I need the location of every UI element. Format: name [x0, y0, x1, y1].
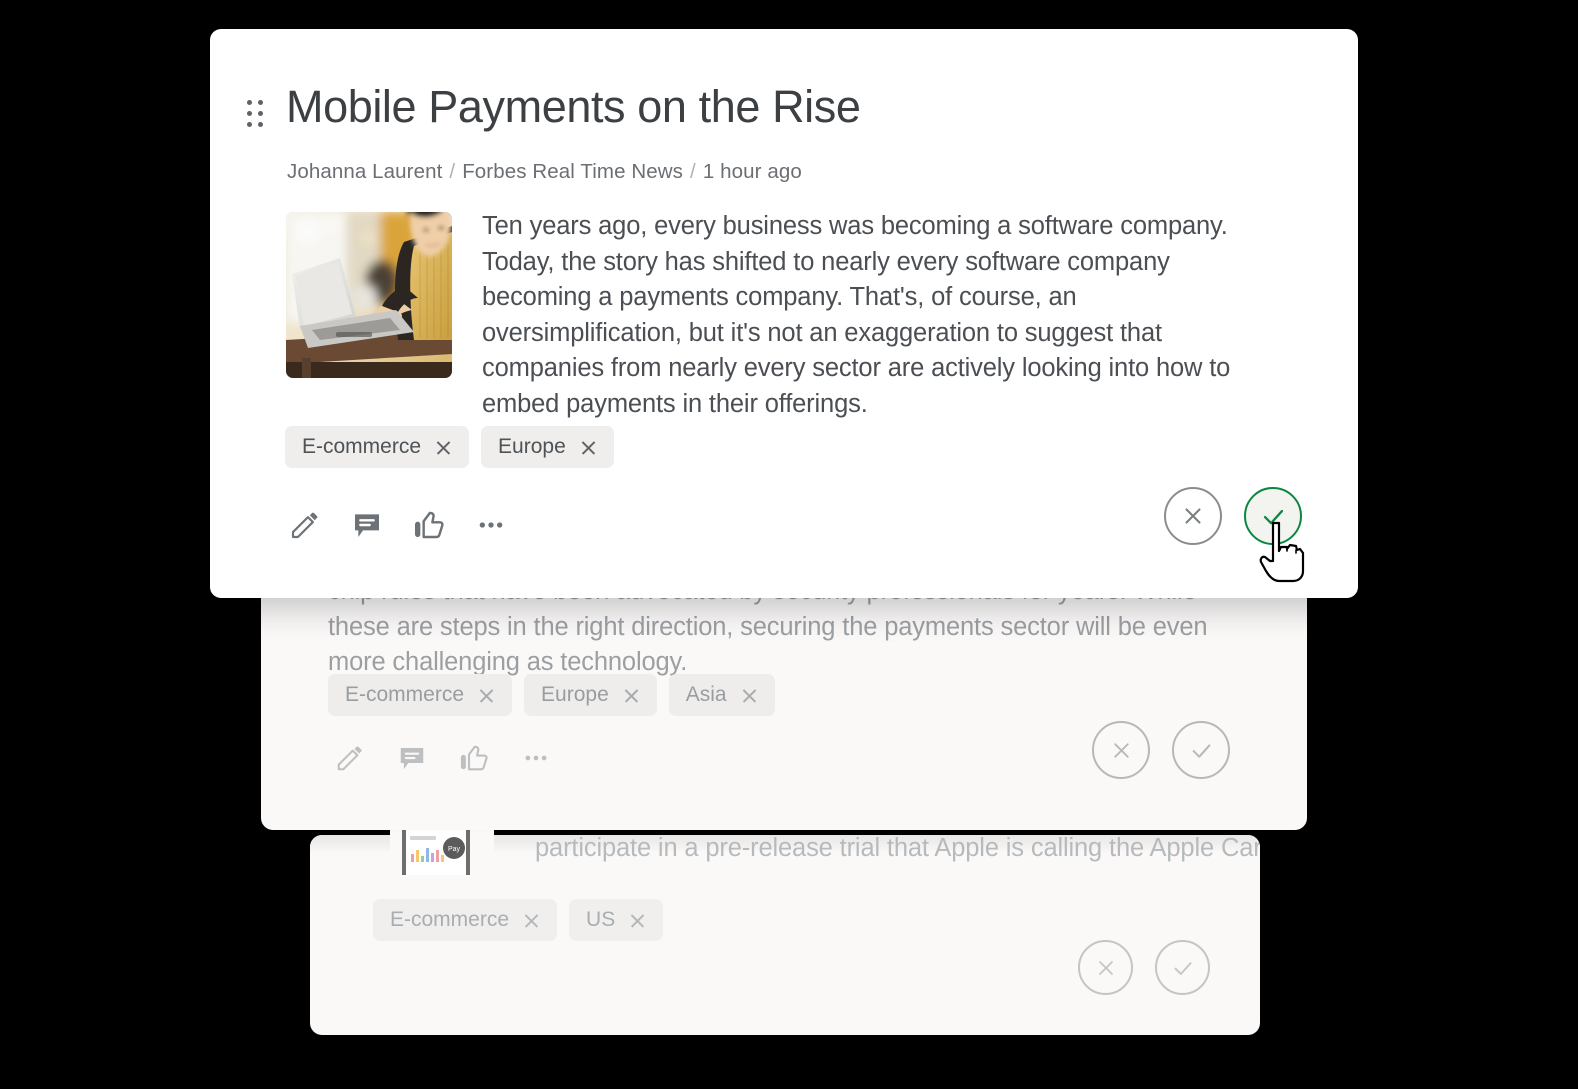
tag-remove-icon[interactable] [435, 439, 452, 456]
svg-text:Pay: Pay [448, 846, 461, 853]
more-options-icon[interactable] [519, 741, 553, 775]
article-card-middle[interactable]: chip rules that have been advocated by s… [261, 568, 1307, 830]
page-title: Mobile Payments on the Rise [286, 81, 861, 132]
tag-chip[interactable]: Europe [481, 426, 614, 468]
tag-label: Europe [541, 683, 609, 706]
breadcrumb-source: Forbes Real Time News [462, 160, 684, 183]
card-front-action-row [288, 508, 508, 542]
tag-remove-icon[interactable] [623, 687, 640, 704]
tag-chip[interactable]: Asia [668, 674, 775, 716]
tag-chip[interactable]: US [569, 899, 664, 941]
card-back-decision-row [1078, 940, 1210, 995]
tag-chip[interactable]: Europe [524, 674, 657, 716]
edit-icon[interactable] [333, 741, 367, 775]
breadcrumb: Johanna Laurent / Forbes Real Time News / 1 … [287, 160, 802, 184]
approve-button[interactable] [1234, 477, 1312, 555]
card-middle-decision-row [1092, 721, 1230, 779]
tag-label: E-commerce [390, 908, 510, 931]
card-middle-action-row [333, 741, 553, 775]
edit-icon[interactable] [288, 508, 322, 542]
breadcrumb-author: Johanna Laurent [287, 160, 443, 183]
reject-button[interactable] [1092, 721, 1150, 779]
tag-chip[interactable]: E-commerce [373, 899, 558, 941]
article-card-front[interactable]: Mobile Payments on the Rise Johanna Laur… [210, 29, 1358, 598]
approve-button[interactable] [1172, 721, 1230, 779]
reject-button[interactable] [1164, 487, 1222, 545]
article-thumbnail [286, 212, 452, 378]
tag-label: US [586, 908, 616, 931]
tag-chip[interactable]: E-commerce [328, 674, 513, 716]
tag-remove-icon[interactable] [478, 687, 495, 704]
comment-icon[interactable] [395, 741, 429, 775]
breadcrumb-time: 1 hour ago [702, 160, 802, 183]
thumbs-up-icon[interactable] [457, 741, 491, 775]
card-back-body-text: participate in a pre-release trial that … [535, 835, 1260, 862]
card-middle-tag-row: E-commerce Europe Asia [328, 674, 775, 716]
tag-label: E-commerce [345, 683, 465, 706]
tag-remove-icon[interactable] [629, 912, 646, 929]
tag-label: Europe [498, 435, 566, 458]
tag-remove-icon[interactable] [741, 687, 758, 704]
thumbs-up-icon[interactable] [412, 508, 446, 542]
card-back-tag-row: E-commerce US [373, 899, 664, 941]
card-front-tag-row: E-commerce Europe [285, 426, 614, 468]
tag-label: E-commerce [302, 435, 422, 458]
tag-remove-icon[interactable] [580, 439, 597, 456]
comment-icon[interactable] [350, 508, 384, 542]
breadcrumb-separator: / [690, 160, 696, 183]
reject-button[interactable] [1078, 940, 1133, 995]
article-body-text: Ten years ago, every business was becomi… [482, 212, 1231, 418]
more-options-icon[interactable] [474, 508, 508, 542]
card-front-decision-row [1164, 477, 1312, 555]
tag-chip[interactable]: E-commerce [285, 426, 470, 468]
breadcrumb-separator: / [449, 160, 456, 183]
approve-button[interactable] [1155, 940, 1210, 995]
tag-remove-icon[interactable] [523, 912, 540, 929]
screen: participate in a pre-release trial that … [0, 0, 1578, 1089]
drag-handle-icon[interactable] [247, 100, 269, 130]
tag-label: Asia [685, 683, 727, 706]
